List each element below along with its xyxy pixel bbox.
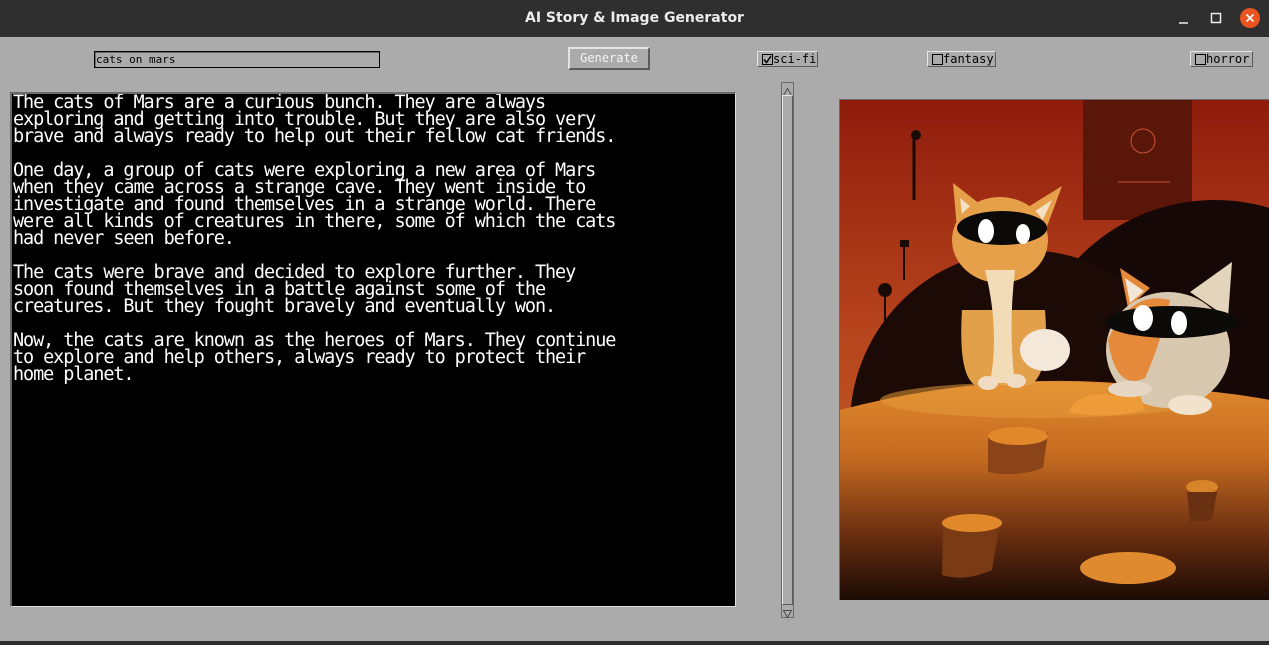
arrow-down-icon xyxy=(782,610,793,619)
story-textarea[interactable]: The cats of Mars are a curious bunch. Th… xyxy=(10,92,736,607)
scroll-down-button[interactable] xyxy=(782,605,793,619)
genre-checkbox-sci-fi[interactable]: sci-fi xyxy=(757,51,818,67)
maximize-icon xyxy=(1210,12,1222,24)
close-button[interactable] xyxy=(1240,8,1260,28)
minimize-button[interactable] xyxy=(1174,8,1194,28)
bottom-edge xyxy=(0,641,1269,645)
story-paragraph: Now, the cats are known as the heroes of… xyxy=(13,330,616,385)
genre-label-horror: horror xyxy=(1206,52,1250,66)
scroll-up-button[interactable] xyxy=(782,83,793,96)
story-paragraph: The cats were brave and decided to explo… xyxy=(13,262,576,317)
checkbox-box[interactable] xyxy=(932,54,943,65)
genre-checkbox-fantasy[interactable]: fantasy xyxy=(927,51,996,67)
genre-checkbox-horror[interactable]: horror xyxy=(1190,51,1253,67)
scroll-thumb[interactable] xyxy=(782,95,793,605)
window-title: AI Story & Image Generator xyxy=(525,10,744,26)
cats-on-mars-illustration xyxy=(840,100,1269,600)
genre-label-fantasy: fantasy xyxy=(943,52,994,66)
checkbox-box[interactable] xyxy=(1195,54,1206,65)
minimize-icon xyxy=(1179,22,1188,24)
generate-button[interactable]: Generate xyxy=(568,47,650,70)
generated-image xyxy=(839,99,1269,600)
close-icon xyxy=(1245,13,1255,23)
checkbox-box[interactable] xyxy=(762,54,773,65)
prompt-input[interactable] xyxy=(94,51,380,68)
check-icon xyxy=(763,55,772,64)
genre-label-sci-fi: sci-fi xyxy=(773,52,817,66)
story-paragraph: One day, a group of cats were exploring … xyxy=(13,160,616,249)
story-scrollbar[interactable] xyxy=(781,82,794,619)
story-paragraph: The cats of Mars are a curious bunch. Th… xyxy=(13,92,616,147)
window-titlebar: AI Story & Image Generator xyxy=(0,0,1269,37)
maximize-button[interactable] xyxy=(1206,8,1226,28)
